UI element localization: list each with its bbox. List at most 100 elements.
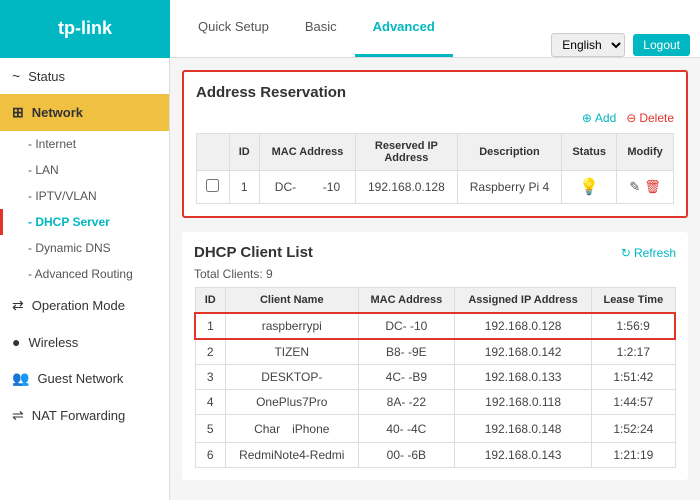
- dhcp-row-mac: B8- -9E: [358, 339, 454, 365]
- dhcp-client-list-section: DHCP Client List ↻ Refresh Total Clients…: [182, 232, 688, 480]
- table-row: 1 DC- -10 192.168.0.128 Raspberry Pi 4 💡…: [197, 171, 674, 204]
- sidebar-label-wireless: Wireless: [28, 335, 78, 350]
- edit-icon[interactable]: ✎: [629, 179, 640, 195]
- dhcp-col-name: Client Name: [225, 288, 358, 314]
- dhcp-row-mac: 8A- -22: [358, 390, 454, 415]
- sidebar-sub-ddns[interactable]: - Dynamic DNS: [0, 235, 169, 261]
- refresh-icon: ↻: [621, 246, 631, 260]
- delete-icon: ⊖: [626, 111, 636, 125]
- sidebar-label-nat: NAT Forwarding: [32, 408, 125, 423]
- nav-right: English Logout: [551, 33, 690, 57]
- dhcp-client-table: ID Client Name MAC Address Assigned IP A…: [194, 287, 676, 468]
- dhcp-row-name: OnePlus7Pro: [225, 390, 358, 415]
- layout: ~ Status ⊞ Network - Internet - LAN - IP…: [0, 58, 700, 500]
- dhcp-row-ip: 192.168.0.142: [454, 339, 591, 365]
- dhcp-row-lease: 1:21:19: [592, 443, 675, 468]
- dhcp-table-row: 3 DESKTOP- 4C- -B9 192.168.0.133 1:51:42: [195, 365, 675, 390]
- dhcp-col-mac: MAC Address: [358, 288, 454, 314]
- col-modify: Modify: [617, 134, 674, 171]
- dhcp-row-ip: 192.168.0.133: [454, 365, 591, 390]
- row-desc: Raspberry Pi 4: [457, 171, 561, 204]
- row-id: 1: [229, 171, 259, 204]
- nat-icon: ⇌: [12, 407, 24, 424]
- sidebar-sub-advanced-routing[interactable]: - Advanced Routing: [0, 261, 169, 287]
- dhcp-row-id: 2: [195, 339, 225, 365]
- dhcp-table-row: 4 OnePlus7Pro 8A- -22 192.168.0.118 1:44…: [195, 390, 675, 415]
- address-reservation-title: Address Reservation: [196, 84, 674, 101]
- sidebar: ~ Status ⊞ Network - Internet - LAN - IP…: [0, 58, 170, 500]
- nav-quick-setup[interactable]: Quick Setup: [180, 0, 287, 57]
- col-mac: MAC Address: [259, 134, 355, 171]
- delete-row-icon[interactable]: 🗑: [644, 179, 661, 195]
- sidebar-label-network: Network: [32, 105, 83, 120]
- sidebar-item-guest-network[interactable]: 👥 Guest Network: [0, 360, 169, 397]
- wireless-icon: ●: [12, 334, 20, 350]
- dhcp-row-id: 4: [195, 390, 225, 415]
- dhcp-row-mac: 40- -4C: [358, 415, 454, 443]
- nav-advanced[interactable]: Advanced: [355, 0, 453, 57]
- sidebar-item-network[interactable]: ⊞ Network: [0, 94, 169, 131]
- delete-label: Delete: [639, 111, 674, 125]
- dhcp-header: DHCP Client List ↻ Refresh: [194, 244, 676, 261]
- sidebar-sub-iptv[interactable]: - IPTV/VLAN: [0, 183, 169, 209]
- logo-text: tp-link: [58, 18, 112, 39]
- col-description: Description: [457, 134, 561, 171]
- dhcp-row-name: Char iPhone: [225, 415, 358, 443]
- logo: tp-link: [0, 0, 170, 58]
- col-status: Status: [562, 134, 617, 171]
- dhcp-row-id: 6: [195, 443, 225, 468]
- sidebar-label-status: Status: [28, 69, 65, 84]
- row-status: 💡: [562, 171, 617, 204]
- total-clients: Total Clients: 9: [194, 267, 676, 281]
- row-mac: DC- -10: [259, 171, 355, 204]
- dhcp-table-row: 2 TIZEN B8- -9E 192.168.0.142 1:2:17: [195, 339, 675, 365]
- row-checkbox[interactable]: [206, 179, 219, 192]
- dhcp-row-ip: 192.168.0.148: [454, 415, 591, 443]
- add-button[interactable]: ⊕ Add: [582, 111, 616, 125]
- row-modify: ✎ 🗑: [617, 171, 674, 204]
- sidebar-item-status[interactable]: ~ Status: [0, 58, 169, 94]
- sidebar-item-nat[interactable]: ⇌ NAT Forwarding: [0, 397, 169, 434]
- logout-button[interactable]: Logout: [633, 34, 690, 56]
- dhcp-row-name: DESKTOP-: [225, 365, 358, 390]
- language-select[interactable]: English: [551, 33, 625, 57]
- operation-mode-icon: ⇄: [12, 297, 24, 314]
- sidebar-label-operation-mode: Operation Mode: [32, 298, 125, 313]
- col-id: ID: [229, 134, 259, 171]
- status-icon: ~: [12, 68, 20, 84]
- nav-bar: Quick Setup Basic Advanced English Logou…: [170, 0, 700, 57]
- section-actions: ⊕ Add ⊖ Delete: [196, 111, 674, 125]
- dhcp-row-name: raspberrypi: [225, 313, 358, 339]
- row-ip: 192.168.0.128: [356, 171, 458, 204]
- dhcp-col-lease: Lease Time: [592, 288, 675, 314]
- sidebar-sub-dhcp[interactable]: - DHCP Server: [0, 209, 169, 235]
- sidebar-item-operation-mode[interactable]: ⇄ Operation Mode: [0, 287, 169, 324]
- add-icon: ⊕: [582, 111, 592, 125]
- delete-button[interactable]: ⊖ Delete: [626, 111, 674, 125]
- dhcp-row-lease: 1:51:42: [592, 365, 675, 390]
- dhcp-row-lease: 1:44:57: [592, 390, 675, 415]
- col-reserved-ip: Reserved IPAddress: [356, 134, 458, 171]
- header: tp-link Quick Setup Basic Advanced Engli…: [0, 0, 700, 58]
- dhcp-row-lease: 1:52:24: [592, 415, 675, 443]
- sidebar-sub-internet[interactable]: - Internet: [0, 131, 169, 157]
- sidebar-label-guest-network: Guest Network: [37, 371, 123, 386]
- nav-basic[interactable]: Basic: [287, 0, 355, 57]
- guest-network-icon: 👥: [12, 370, 29, 387]
- address-reservation-section: Address Reservation ⊕ Add ⊖ Delete ID MA…: [182, 70, 688, 218]
- address-reservation-table: ID MAC Address Reserved IPAddress Descri…: [196, 133, 674, 204]
- dhcp-table-row: 5 Char iPhone 40- -4C 192.168.0.148 1:52…: [195, 415, 675, 443]
- add-label: Add: [595, 111, 616, 125]
- dhcp-title: DHCP Client List: [194, 244, 313, 261]
- sidebar-sub-lan[interactable]: - LAN: [0, 157, 169, 183]
- dhcp-row-mac: DC- -10: [358, 313, 454, 339]
- dhcp-row-id: 3: [195, 365, 225, 390]
- sidebar-item-wireless[interactable]: ● Wireless: [0, 324, 169, 360]
- refresh-label: Refresh: [634, 246, 676, 260]
- refresh-button[interactable]: ↻ Refresh: [621, 246, 676, 260]
- dhcp-row-mac: 4C- -B9: [358, 365, 454, 390]
- dhcp-table-row: 6 RedmiNote4-Redmi 00- -6B 192.168.0.143…: [195, 443, 675, 468]
- dhcp-row-id: 5: [195, 415, 225, 443]
- col-checkbox: [197, 134, 230, 171]
- dhcp-table-row: 1 raspberrypi DC- -10 192.168.0.128 1:56…: [195, 313, 675, 339]
